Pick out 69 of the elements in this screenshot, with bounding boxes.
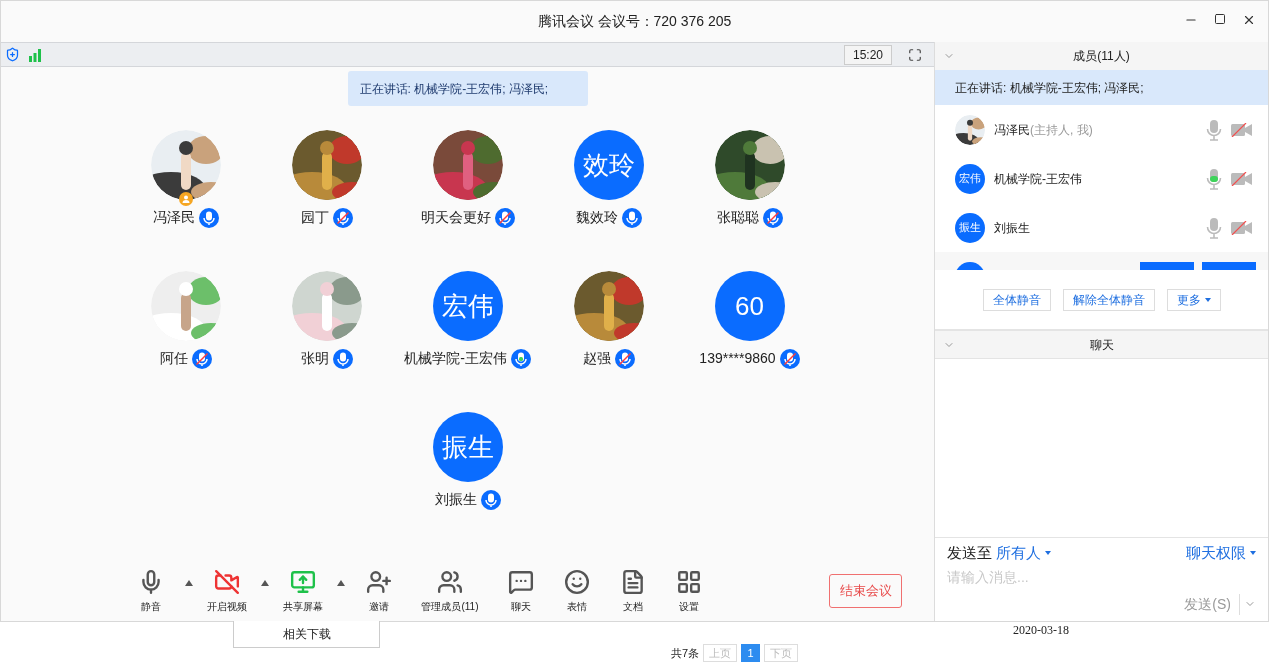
date-text: 2020-03-18 (1013, 622, 1069, 639)
member-row[interactable]: 冯泽民(主持人, 我) (935, 105, 1268, 154)
participant-name: 机械学院-王宏伟 (404, 349, 507, 368)
camera-off-icon (1231, 171, 1252, 186)
participant-name: 张明 (300, 349, 329, 368)
settings-icon (676, 569, 702, 595)
toolbar-button[interactable]: 设置 (667, 569, 711, 614)
people-icon (437, 569, 463, 595)
toolbar-button[interactable]: 管理成员(11) (413, 569, 487, 614)
caret-icon[interactable] (337, 580, 345, 586)
participant-name: 张聪聪 (716, 208, 759, 227)
avatar: 振生 (432, 412, 503, 482)
speaking-banner: 正在讲话: 机械学院-王宏伟; 冯泽民; (347, 71, 588, 106)
member-row[interactable]: 振生 刘振生 (935, 203, 1268, 252)
shield-icon[interactable] (5, 47, 20, 62)
participant-name: 阿任 (159, 349, 188, 368)
camera-off-icon (1231, 220, 1252, 235)
members-action-button[interactable]: 解除全体静音 (1062, 288, 1155, 311)
avatar: 效玲 (573, 130, 644, 200)
close-icon[interactable] (1242, 13, 1256, 27)
participant-name: 园丁 (300, 208, 329, 227)
window-title: 腾讯会议 会议号：720 376 205 (537, 12, 732, 31)
share-screen-icon (290, 569, 316, 595)
chat-title: 聊天 (1089, 336, 1114, 354)
toolbar-button[interactable]: 邀请 (357, 569, 401, 614)
end-meeting-button[interactable]: 结束会议 (829, 574, 902, 608)
members-action-button[interactable]: 全体静音 (982, 288, 1051, 311)
toolbar-button[interactable]: 聊天 (499, 569, 543, 614)
smiley-icon (564, 569, 590, 595)
toolbar-button[interactable]: 共享屏幕 (281, 569, 325, 614)
speaking-banner: 正在讲话: 机械学院-王宏伟; 冯泽民; (935, 70, 1268, 105)
document-icon (620, 569, 646, 595)
caret-icon (1250, 551, 1256, 556)
member-name: 冯泽民(主持人, 我) (994, 121, 1094, 139)
participant-name: 赵强 (582, 349, 611, 368)
download-tab[interactable]: 相关下载 (233, 621, 380, 648)
maximize-icon[interactable] (1214, 13, 1226, 25)
add-person-icon (366, 569, 392, 595)
member-name: 刘振生 (994, 219, 1031, 237)
toolbar-button[interactable]: 文档 (611, 569, 655, 614)
total-count: 共7条 (671, 645, 700, 661)
camera-off-icon (214, 569, 240, 595)
meeting-time: 15:20 (843, 44, 892, 65)
caret-icon (1045, 551, 1051, 556)
camera-off-icon (1231, 122, 1252, 137)
caret-icon[interactable] (261, 580, 269, 586)
send-to-label: 发送至 (947, 543, 992, 563)
participant-name: 明天会更好 (420, 208, 491, 227)
participant-name: 刘振生 (434, 490, 477, 509)
signal-icon (28, 47, 42, 62)
avatar: 振生 (955, 212, 985, 243)
toolbar-button[interactable]: 开启视频 (205, 569, 249, 614)
caret-icon[interactable] (185, 580, 193, 586)
members-title: 成员(11人) (1073, 48, 1130, 65)
toolbar-button[interactable]: 表情 (555, 569, 599, 614)
participant-name: 139****9860 (699, 349, 776, 368)
chat-icon (508, 569, 534, 595)
recipient-dropdown[interactable]: 所有人 (996, 542, 1051, 565)
member-name: 机械学院-王宏伟 (994, 170, 1083, 188)
avatar: 60 (714, 271, 785, 341)
fullscreen-icon[interactable] (908, 47, 922, 62)
avatar: 宏伟 (432, 271, 503, 341)
member-row[interactable]: 宏伟 机械学院-王宏伟 (935, 154, 1268, 203)
participant-name: 魏效玲 (575, 208, 618, 227)
chat-permission-dropdown[interactable]: 聊天权限 (1186, 542, 1256, 565)
toolbar-button[interactable]: 静音 (129, 569, 173, 614)
participant-name: 冯泽民 (152, 208, 195, 227)
members-action-button[interactable]: 更多 (1166, 288, 1221, 311)
avatar: 宏伟 (955, 163, 985, 194)
